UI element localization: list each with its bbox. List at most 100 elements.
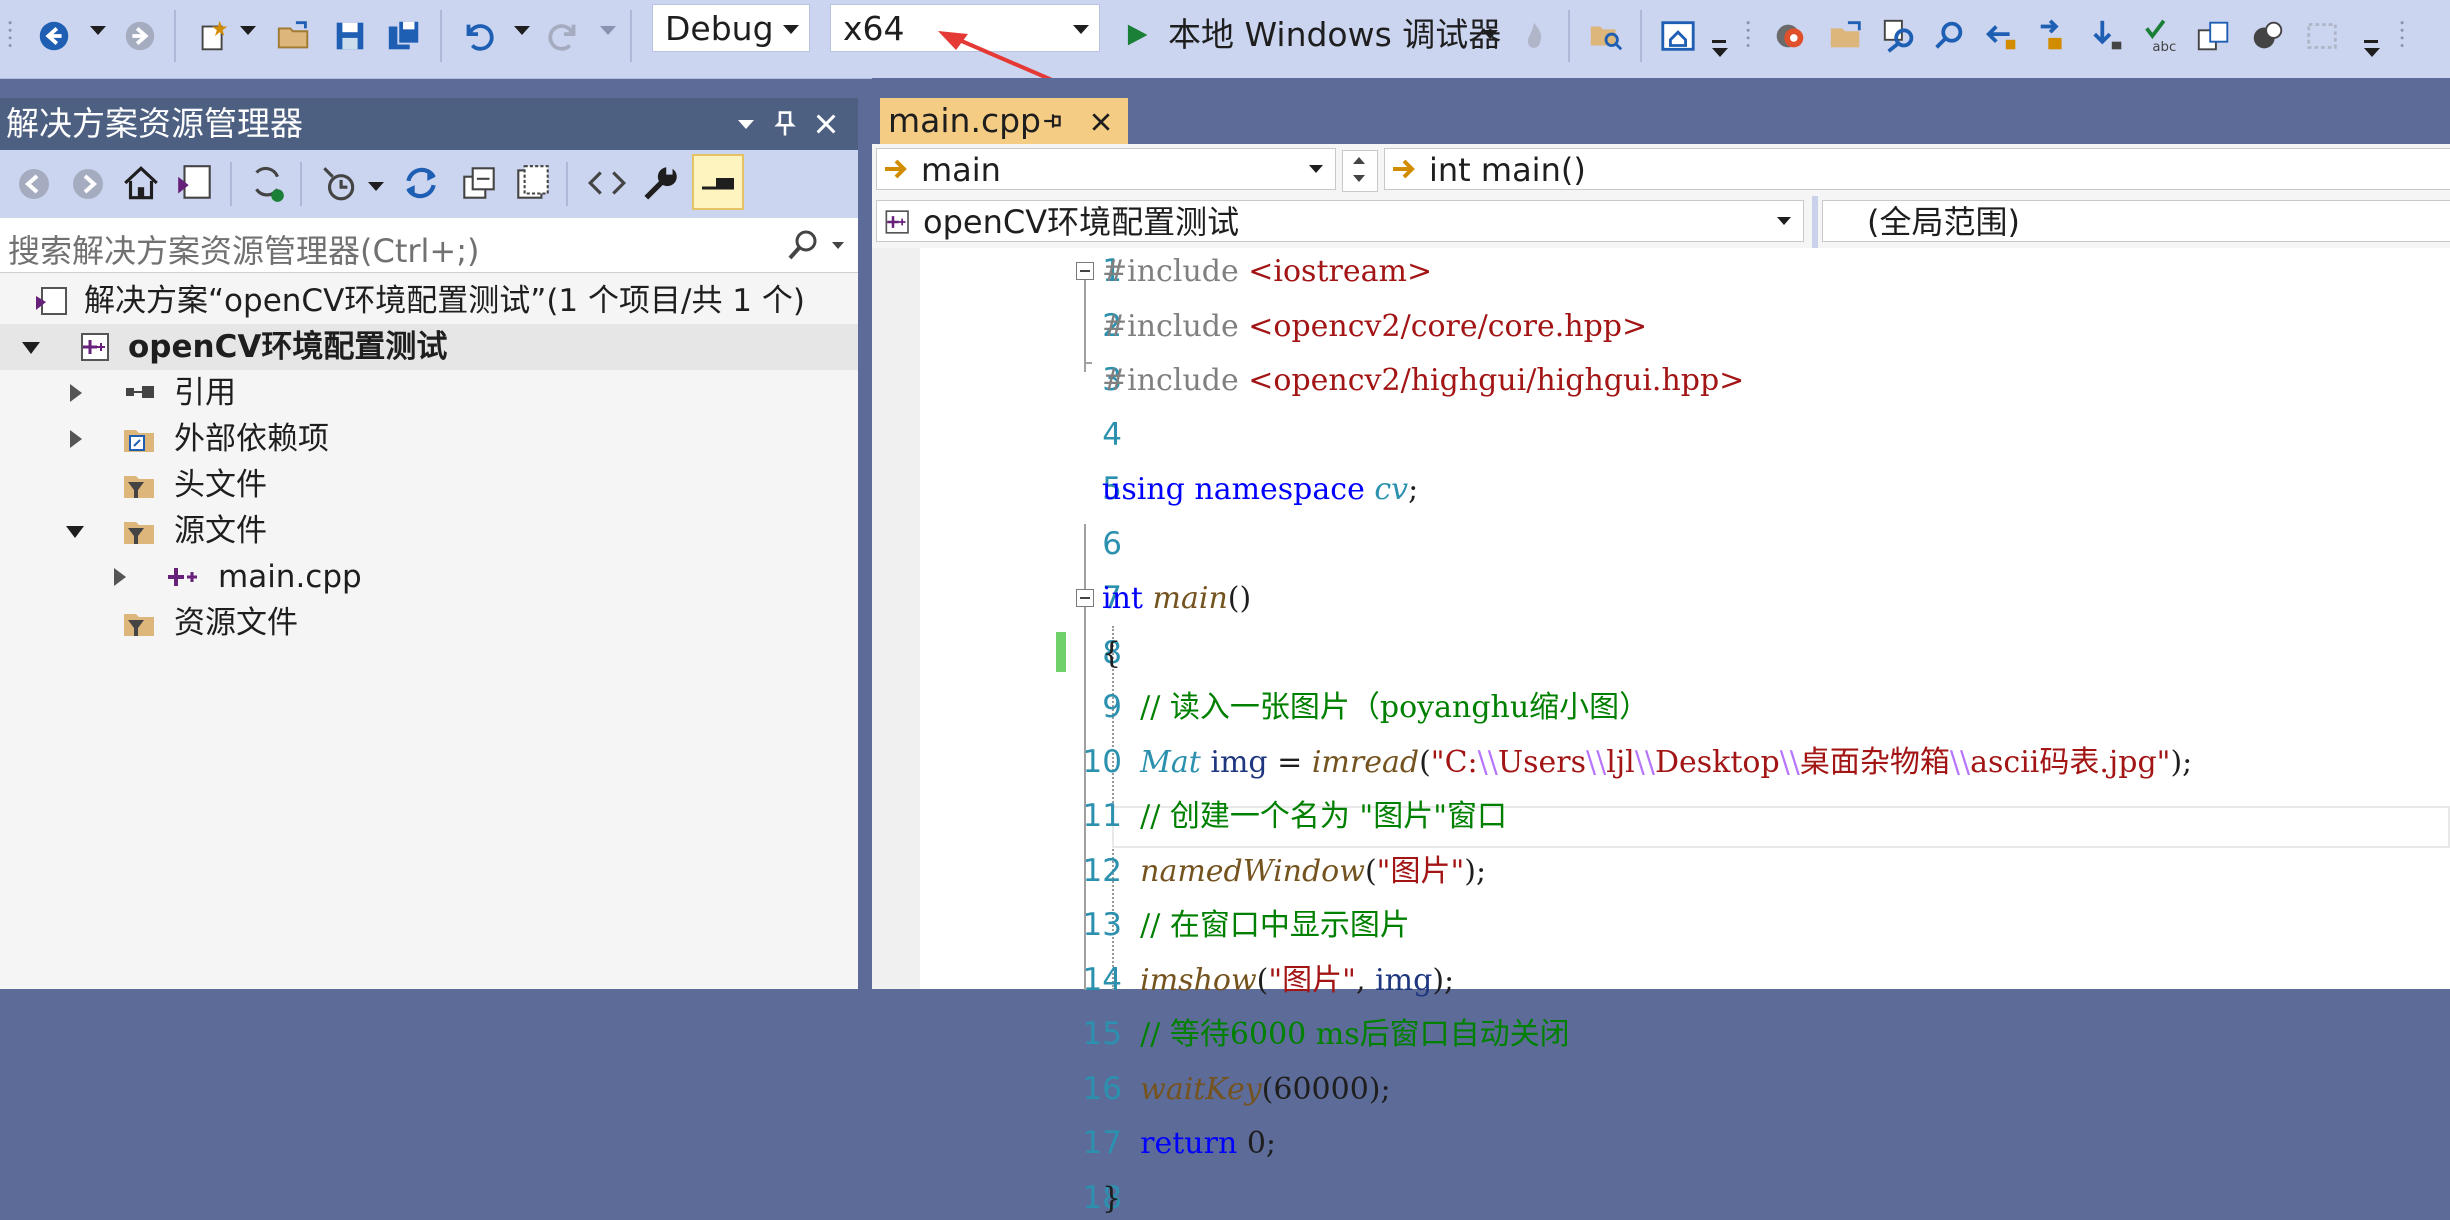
chevron-down-icon[interactable]	[514, 26, 530, 35]
open-folder-icon[interactable]	[270, 12, 318, 60]
quick-find-icon[interactable]	[1924, 12, 1972, 60]
chevron-down-icon[interactable]	[600, 26, 616, 35]
split-nav-button[interactable]	[1342, 150, 1378, 192]
pending-changes-filter-icon[interactable]	[318, 162, 360, 204]
scope-select[interactable]: main	[876, 148, 1336, 190]
undo-icon[interactable]	[454, 12, 502, 60]
code-line[interactable]: 2 #include <opencv2/core/core.hpp>	[872, 305, 2450, 348]
panel-menu-chevron-icon[interactable]	[738, 120, 754, 129]
solution-explorer-search-input[interactable]: 搜索解决方案资源管理器(Ctrl+;)	[0, 218, 858, 273]
home-window-icon[interactable]	[1654, 12, 1702, 60]
collapse-region-icon[interactable]	[1076, 262, 1094, 280]
code-line[interactable]: 1 #include <iostream>	[872, 250, 2450, 293]
code-text: {	[1102, 632, 1121, 675]
tree-item-solution[interactable]: 解决方案“openCV环境配置测试”(1 个项目/共 1 个)	[0, 278, 858, 324]
code-line[interactable]: 6	[872, 523, 2450, 566]
code-line[interactable]: 9 // 读入一张图片（poyanghu缩小图）	[872, 686, 2450, 729]
expand-icon[interactable]	[70, 384, 82, 402]
close-icon[interactable]	[814, 112, 838, 136]
expand-collapse-icon[interactable]	[66, 526, 84, 538]
toolbar-grip[interactable]	[1738, 12, 1762, 60]
start-debugger-button[interactable]: 本地 Windows 调试器	[1118, 10, 1538, 60]
code-line[interactable]: 15 // 等待6000 ms后窗口自动关闭	[872, 1013, 2450, 1056]
expand-collapse-icon[interactable]	[22, 342, 40, 354]
navigate-forward-icon[interactable]	[116, 12, 164, 60]
tree-item-source-files[interactable]: 源文件	[0, 508, 858, 554]
solution-configuration-select[interactable]: Debug	[652, 4, 810, 52]
toolbar-grip[interactable]	[2392, 12, 2416, 60]
tree-item-main-cpp[interactable]: main.cpp	[0, 554, 858, 600]
code-line[interactable]: 3 #include <opencv2/highgui/highgui.hpp>	[872, 359, 2450, 402]
tree-item-project[interactable]: openCV环境配置测试	[0, 324, 858, 370]
hot-reload-icon[interactable]	[1510, 12, 1558, 60]
toolbar-overflow-icon[interactable]	[1712, 40, 1726, 43]
step-into-icon[interactable]	[2084, 12, 2132, 60]
navigate-back-icon[interactable]	[30, 12, 78, 60]
forward-icon[interactable]	[68, 164, 108, 204]
home-icon[interactable]	[120, 162, 162, 204]
tree-item-header-files[interactable]: 头文件	[0, 462, 858, 508]
chevron-down-icon[interactable]	[2364, 48, 2380, 57]
redo-icon[interactable]	[540, 12, 588, 60]
tree-item-resource-files[interactable]: 资源文件	[0, 600, 858, 646]
global-scope-select[interactable]: (全局范围)	[1822, 200, 2450, 242]
code-line[interactable]: 13 // 在窗口中显示图片	[872, 904, 2450, 947]
code-line[interactable]: 17 return 0;	[872, 1122, 2450, 1165]
save-all-icon[interactable]	[380, 12, 428, 60]
code-line[interactable]: 18}	[872, 1177, 2450, 1220]
pin-icon[interactable]	[772, 110, 798, 138]
code-line[interactable]: 8{	[872, 632, 2450, 675]
back-icon[interactable]	[14, 164, 54, 204]
tree-item-references[interactable]: 引用	[0, 370, 858, 416]
open-folder-arrow-icon[interactable]	[1822, 12, 1870, 60]
close-tab-icon[interactable]	[1090, 111, 1112, 133]
project-select[interactable]: openCV环境配置测试	[876, 200, 1804, 242]
code-line[interactable]: 14 imshow("图片", img);	[872, 959, 2450, 1002]
toolbar-grip[interactable]	[0, 12, 24, 60]
disabled-tool-icon[interactable]	[2298, 12, 2346, 60]
splitter[interactable]	[1812, 196, 1818, 248]
collapse-all-icon[interactable]	[458, 162, 500, 204]
pin-tab-icon[interactable]	[1042, 110, 1064, 132]
save-icon[interactable]	[326, 12, 374, 60]
code-token: (	[1364, 853, 1377, 889]
code-line[interactable]: 16 waitKey(60000);	[872, 1068, 2450, 1111]
code-line[interactable]: 7 int main()	[872, 577, 2450, 620]
expand-icon[interactable]	[70, 430, 82, 448]
chevron-down-icon[interactable]	[240, 26, 256, 35]
chevron-down-icon[interactable]	[1712, 48, 1728, 57]
code-line[interactable]: 4	[872, 414, 2450, 457]
chevron-down-icon[interactable]	[832, 242, 844, 249]
copy-window-icon[interactable]	[2190, 12, 2238, 60]
settings-tool-icon[interactable]	[1766, 12, 1814, 60]
find-in-files-icon[interactable]	[1582, 12, 1630, 60]
chevron-down-icon[interactable]	[1482, 30, 1498, 39]
tab-main-cpp[interactable]: main.cpp	[880, 98, 1128, 144]
sync-active-document-icon[interactable]	[246, 162, 288, 204]
toolbar-overflow-icon[interactable]	[2364, 40, 2378, 43]
view-code-icon[interactable]	[586, 162, 628, 204]
chevron-down-icon[interactable]	[90, 26, 106, 35]
member-select[interactable]: int main()	[1384, 148, 2450, 190]
new-project-icon[interactable]	[190, 12, 238, 60]
collapse-region-icon[interactable]	[1076, 589, 1094, 607]
switch-views-icon[interactable]	[174, 162, 216, 204]
properties-wrench-icon[interactable]	[640, 162, 682, 204]
show-all-files-icon[interactable]	[512, 162, 554, 204]
find-icon[interactable]	[1876, 12, 1924, 60]
code-line[interactable]: 12 namedWindow("图片");	[872, 850, 2450, 893]
preview-selected-items-button[interactable]	[692, 154, 744, 210]
spell-check-icon[interactable]: abc	[2136, 12, 2184, 60]
chevron-down-icon[interactable]	[368, 182, 384, 191]
tree-item-external-dependencies[interactable]: 外部依赖项	[0, 416, 858, 462]
search-icon[interactable]	[786, 228, 820, 262]
toggle-circle-icon[interactable]	[2244, 12, 2292, 60]
step-forward-icon[interactable]	[2030, 12, 2078, 60]
step-back-icon[interactable]	[1978, 12, 2026, 60]
expand-icon[interactable]	[114, 568, 126, 586]
code-line[interactable]: 10 Mat img = imread("C:\\Users\\ljl\\Des…	[872, 741, 2450, 784]
code-line[interactable]: 5 using namespace cv;	[872, 468, 2450, 511]
refresh-icon[interactable]	[400, 162, 442, 204]
code-editor[interactable]: 1 #include <iostream> 2 #include <opencv2/c…	[872, 248, 2450, 1216]
code-line[interactable]: 11 // 创建一个名为 "图片"窗口	[872, 795, 2450, 838]
